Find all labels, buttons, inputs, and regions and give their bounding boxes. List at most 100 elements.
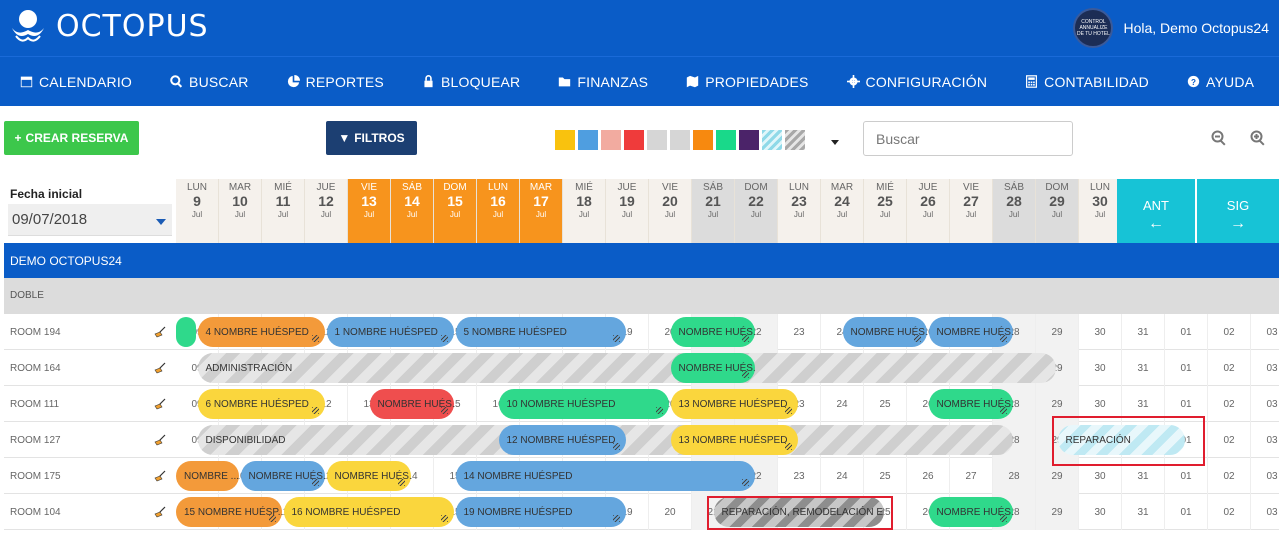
day-cell[interactable]: 30 [1079, 494, 1122, 530]
broom-icon[interactable] [154, 434, 166, 446]
reservation-bar[interactable]: NOMBRE HUÉS... [670, 353, 755, 383]
resize-handle-icon[interactable] [311, 407, 319, 414]
nav-contabilidad[interactable]: CONTABILIDAD [1025, 74, 1149, 90]
zoom-in-icon[interactable] [1250, 130, 1266, 146]
resize-handle-icon[interactable] [741, 479, 749, 486]
color-swatch[interactable] [693, 130, 713, 150]
reservation-bar[interactable] [176, 317, 196, 347]
prev-button[interactable]: ANT ← [1117, 179, 1196, 243]
create-reservation-button[interactable]: + CREAR RESERVA [4, 121, 139, 155]
reservation-bar[interactable]: NOMBRE HUÉS... [670, 317, 755, 347]
reservation-bar[interactable]: NOMBRE HUÉS... [326, 461, 411, 491]
reservation-bar[interactable]: 4 NOMBRE HUÉSPED [197, 317, 325, 347]
nav-propiedades[interactable]: PROPIEDADES [686, 74, 808, 90]
color-swatch[interactable] [762, 130, 782, 150]
next-button[interactable]: SIG → [1197, 179, 1279, 243]
nav-ayuda[interactable]: ? AYUDA [1187, 74, 1254, 90]
day-cell[interactable]: 29 [1036, 314, 1079, 350]
color-swatch[interactable] [670, 130, 690, 150]
resize-handle-icon[interactable] [999, 515, 1007, 522]
reservation-bar[interactable]: NOMBRE ... [176, 461, 239, 491]
day-cell[interactable]: 03 [1251, 314, 1279, 350]
resize-handle-icon[interactable] [440, 407, 448, 414]
day-cell[interactable]: 24 [821, 386, 864, 422]
day-cell[interactable]: 01 [1165, 314, 1208, 350]
user-menu[interactable]: CONTROL ANNUALIZE DE TU HOTEL Hola, Demo… [1073, 8, 1269, 48]
reservation-bar[interactable]: NOMBRE HUÉS... [842, 317, 927, 347]
day-cell[interactable]: 30 [1079, 314, 1122, 350]
resize-handle-icon[interactable] [655, 407, 663, 414]
color-swatch[interactable] [785, 130, 805, 150]
reservation-bar[interactable]: 16 NOMBRE HUÉSPED [283, 497, 454, 527]
broom-icon[interactable] [154, 362, 166, 374]
day-cell[interactable]: 02 [1208, 458, 1251, 494]
resize-handle-icon[interactable] [397, 479, 405, 486]
day-cell[interactable]: 02 [1208, 494, 1251, 530]
resize-handle-icon[interactable] [999, 335, 1007, 342]
day-cell[interactable]: 31 [1122, 314, 1165, 350]
reservation-bar[interactable]: NOMBRE HUÉS... [369, 389, 454, 419]
resize-handle-icon[interactable] [311, 335, 319, 342]
reservation-bar[interactable]: 6 NOMBRE HUÉSPED [197, 389, 325, 419]
start-date-field[interactable]: 09/07/2018 [8, 204, 172, 236]
resize-handle-icon[interactable] [440, 515, 448, 522]
search-input[interactable] [863, 121, 1073, 156]
day-cell[interactable]: 02 [1208, 422, 1251, 458]
nav-bloquear[interactable]: BLOQUEAR [422, 74, 520, 90]
day-cell[interactable]: 20 [649, 494, 692, 530]
day-cell[interactable]: 02 [1208, 314, 1251, 350]
day-cell[interactable]: 01 [1165, 350, 1208, 386]
reservation-bar[interactable]: NOMBRE HUÉS... [928, 317, 1013, 347]
resize-handle-icon[interactable] [784, 407, 792, 414]
broom-icon[interactable] [154, 470, 166, 482]
day-cell[interactable]: 23 [778, 458, 821, 494]
reservation-bar[interactable]: 12 NOMBRE HUÉSPED [498, 425, 626, 455]
reservation-bar[interactable]: ADMINISTRACIÓN [197, 353, 1056, 383]
chevron-down-icon[interactable] [156, 219, 166, 225]
resize-handle-icon[interactable] [311, 479, 319, 486]
reservation-bar[interactable]: 14 NOMBRE HUÉSPED [455, 461, 755, 491]
reservation-bar[interactable]: 10 NOMBRE HUÉSPED [498, 389, 669, 419]
day-cell[interactable]: 27 [950, 458, 993, 494]
resize-handle-icon[interactable] [999, 407, 1007, 414]
reservation-bar[interactable]: NOMBRE HUÉS... [928, 497, 1013, 527]
reservation-bar[interactable]: 13 NOMBRE HUÉSPED [670, 425, 798, 455]
nav-buscar[interactable]: BUSCAR [170, 74, 249, 90]
color-swatch[interactable] [555, 130, 575, 150]
resize-handle-icon[interactable] [741, 335, 749, 342]
day-cell[interactable]: 30 [1079, 350, 1122, 386]
reservation-bar[interactable]: 5 NOMBRE HUÉSPED [455, 317, 626, 347]
broom-icon[interactable] [154, 398, 166, 410]
day-cell[interactable]: 28 [993, 458, 1036, 494]
resize-handle-icon[interactable] [612, 515, 620, 522]
day-cell[interactable]: 03 [1251, 422, 1279, 458]
resize-handle-icon[interactable] [612, 443, 620, 450]
reservation-bar[interactable]: 15 NOMBRE HUÉSP... [176, 497, 282, 527]
logo[interactable]: OCTOPUS [8, 6, 209, 46]
color-swatch[interactable] [624, 130, 644, 150]
day-cell[interactable]: 01 [1165, 494, 1208, 530]
nav-configuracion[interactable]: CONFIGURACIÓN [846, 74, 988, 90]
color-swatch[interactable] [716, 130, 736, 150]
zoom-out-icon[interactable] [1211, 130, 1227, 146]
broom-icon[interactable] [154, 326, 166, 338]
filters-button[interactable]: ▼ FILTROS [326, 121, 417, 155]
resize-handle-icon[interactable] [612, 335, 620, 342]
color-swatch[interactable] [601, 130, 621, 150]
resize-handle-icon[interactable] [913, 335, 921, 342]
reservation-bar[interactable]: 1 NOMBRE HUÉSPED [326, 317, 454, 347]
resize-handle-icon[interactable] [741, 371, 749, 378]
broom-icon[interactable] [154, 506, 166, 518]
day-cell[interactable]: 25 [864, 386, 907, 422]
day-cell[interactable]: 03 [1251, 386, 1279, 422]
color-swatch[interactable] [739, 130, 759, 150]
day-cell[interactable]: 23 [778, 314, 821, 350]
day-cell[interactable]: 24 [821, 458, 864, 494]
reservation-bar[interactable]: 19 NOMBRE HUÉSPED [455, 497, 626, 527]
reservation-bar[interactable]: NOMBRE HUÉS... [928, 389, 1013, 419]
nav-calendario[interactable]: CALENDARIO [20, 74, 132, 90]
day-cell[interactable]: 31 [1122, 494, 1165, 530]
day-cell[interactable]: 25 [864, 458, 907, 494]
reservation-bar[interactable]: NOMBRE HUÉS... [240, 461, 325, 491]
nav-reportes[interactable]: REPORTES [287, 74, 384, 90]
